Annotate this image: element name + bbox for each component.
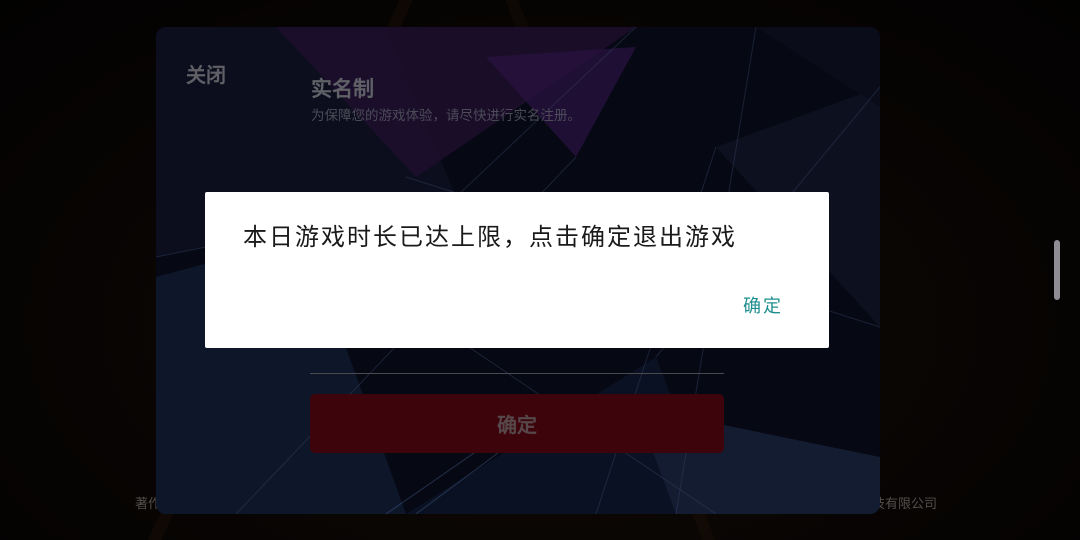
- playtime-limit-dialog: 本日游戏时长已达上限，点击确定退出游戏 确定: [205, 192, 829, 348]
- dialog-message: 本日游戏时长已达上限，点击确定退出游戏: [243, 223, 737, 251]
- dialog-ok-button[interactable]: 确定: [743, 292, 783, 318]
- scrollbar-thumb[interactable]: [1054, 240, 1060, 300]
